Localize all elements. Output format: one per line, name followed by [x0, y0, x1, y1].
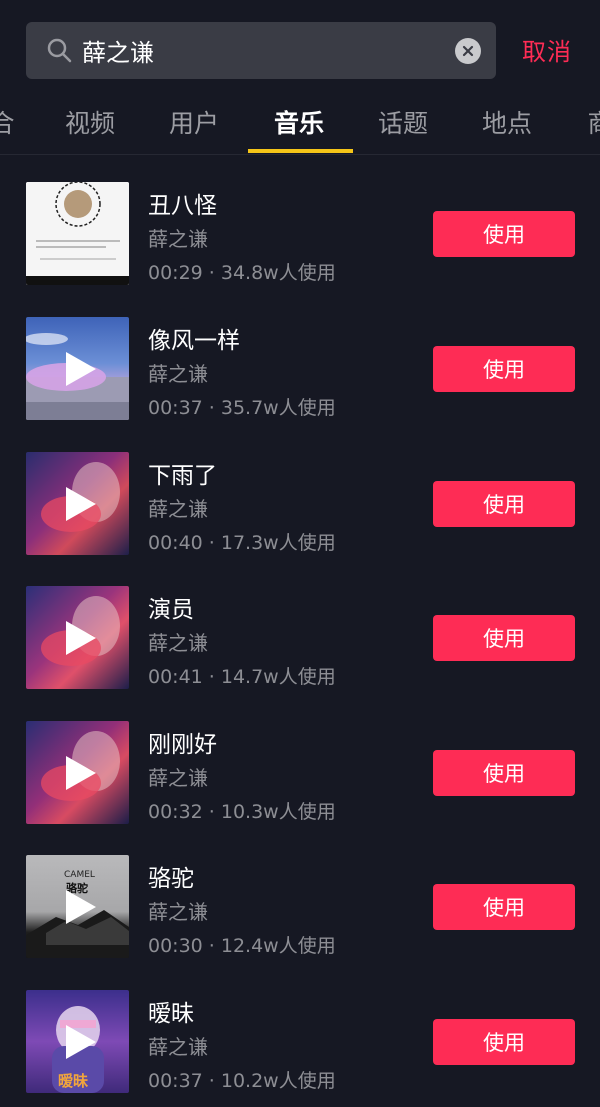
album-cover[interactable] [26, 317, 129, 420]
tab-topics[interactable]: 话题 [378, 104, 428, 140]
list-item[interactable]: 演员 薛之谦 00:41 · 14.7w人使用 使用 [0, 586, 600, 690]
clear-search-button[interactable] [455, 38, 481, 64]
song-meta: 00:32 · 10.3w人使用 [148, 801, 336, 823]
tab-shop[interactable]: 商 [587, 104, 600, 140]
album-cover[interactable] [26, 721, 129, 824]
play-icon[interactable] [64, 888, 98, 926]
list-item[interactable]: 下雨了 薛之谦 00:40 · 17.3w人使用 使用 [0, 452, 600, 556]
play-icon[interactable] [64, 1023, 98, 1061]
tab-users[interactable]: 用户 [169, 104, 219, 140]
search-input[interactable] [82, 22, 462, 79]
list-item[interactable]: 丑八怪 薛之谦 00:29 · 34.8w人使用 使用 [0, 182, 600, 286]
use-button[interactable]: 使用 [433, 750, 575, 796]
cover-title-cn: 暧昧 [58, 1072, 89, 1090]
song-artist: 薛之谦 [148, 227, 208, 251]
active-tab-indicator [248, 149, 353, 153]
song-title: 像风一样 [148, 328, 240, 354]
search-bar[interactable] [26, 22, 496, 79]
tab-music[interactable]: 音乐 [274, 104, 324, 140]
list-item[interactable]: 暧昧 暧昧 薛之谦 00:37 · 10.2w人使用 使用 [0, 990, 600, 1094]
use-button[interactable]: 使用 [433, 211, 575, 257]
album-cover[interactable] [26, 586, 129, 689]
search-icon [47, 38, 72, 63]
play-icon[interactable] [64, 485, 98, 523]
song-title: 演员 [148, 597, 194, 623]
list-item[interactable]: CAMEL 骆驼 骆驼 薛之谦 00:30 · 12.4w人使用 使用 [0, 855, 600, 959]
song-title: 丑八怪 [148, 193, 217, 219]
album-cover[interactable] [26, 452, 129, 555]
search-category-tabs: 合 视频 用户 音乐 话题 地点 商 [0, 90, 600, 155]
song-artist: 薛之谦 [148, 497, 208, 521]
song-title: 骆驼 [148, 866, 194, 892]
song-title: 刚刚好 [148, 732, 217, 758]
song-artist: 薛之谦 [148, 362, 208, 386]
song-meta: 00:37 · 35.7w人使用 [148, 397, 336, 419]
song-meta: 00:37 · 10.2w人使用 [148, 1070, 336, 1092]
cancel-button[interactable]: 取消 [522, 32, 572, 67]
play-icon[interactable] [64, 754, 98, 792]
cover-art-image [26, 182, 129, 285]
use-button[interactable]: 使用 [433, 884, 575, 930]
tab-comprehensive[interactable]: 合 [0, 104, 15, 140]
song-meta: 00:40 · 17.3w人使用 [148, 532, 336, 554]
song-meta: 00:29 · 34.8w人使用 [148, 262, 336, 284]
song-meta: 00:30 · 12.4w人使用 [148, 935, 336, 957]
song-title: 暧昧 [148, 1001, 194, 1027]
use-button[interactable]: 使用 [433, 1019, 575, 1065]
tab-video[interactable]: 视频 [65, 104, 115, 140]
song-title: 下雨了 [148, 463, 217, 489]
list-item[interactable]: 像风一样 薛之谦 00:37 · 35.7w人使用 使用 [0, 317, 600, 421]
song-artist: 薛之谦 [148, 1035, 208, 1059]
play-icon[interactable] [64, 619, 98, 657]
use-button[interactable]: 使用 [433, 346, 575, 392]
song-artist: 薛之谦 [148, 631, 208, 655]
album-cover[interactable]: 暧昧 [26, 990, 129, 1093]
use-button[interactable]: 使用 [433, 481, 575, 527]
song-artist: 薛之谦 [148, 900, 208, 924]
play-icon[interactable] [64, 350, 98, 388]
close-icon [462, 45, 474, 57]
album-cover[interactable]: CAMEL 骆驼 [26, 855, 129, 958]
album-cover[interactable] [26, 182, 129, 285]
cover-title-en: CAMEL [64, 870, 95, 880]
song-artist: 薛之谦 [148, 766, 208, 790]
list-item[interactable]: 刚刚好 薛之谦 00:32 · 10.3w人使用 使用 [0, 721, 600, 825]
use-button[interactable]: 使用 [433, 615, 575, 661]
tab-places[interactable]: 地点 [482, 104, 532, 140]
song-meta: 00:41 · 14.7w人使用 [148, 666, 336, 688]
